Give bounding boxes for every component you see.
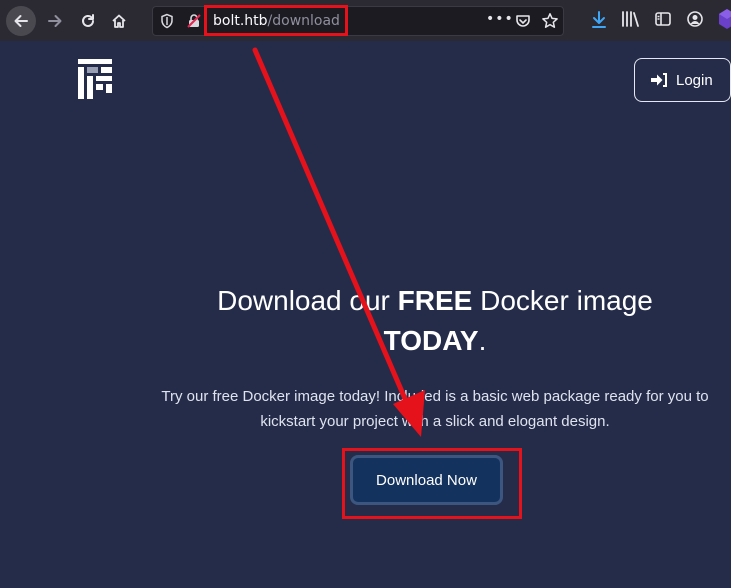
sidebar-icon[interactable] <box>654 10 672 28</box>
title-bold-free: FREE <box>397 285 473 316</box>
reload-button[interactable] <box>73 6 103 36</box>
library-icon[interactable] <box>621 10 641 28</box>
forward-arrow-icon <box>48 15 62 27</box>
logo-icon[interactable] <box>78 59 112 99</box>
url-highlight-box <box>204 5 348 36</box>
browser-toolbar: bolt.htb/download ••• <box>0 0 731 41</box>
login-label: Login <box>676 71 713 89</box>
page-title: Download our FREE Docker image TODAY. <box>170 281 700 361</box>
login-button[interactable]: Login <box>634 58 731 102</box>
title-part-1: Download our <box>217 285 398 316</box>
insecure-lock-icon[interactable] <box>186 13 202 29</box>
download-icon[interactable] <box>590 10 608 30</box>
extension-icon[interactable] <box>717 8 731 30</box>
button-highlight-box <box>342 448 522 519</box>
account-icon[interactable] <box>686 10 704 28</box>
shield-icon[interactable] <box>160 13 174 29</box>
more-dots-icon[interactable]: ••• <box>486 11 514 27</box>
sign-in-icon <box>651 73 667 87</box>
pocket-icon[interactable] <box>515 13 531 29</box>
home-icon <box>112 14 126 28</box>
reload-icon <box>82 14 94 27</box>
star-icon[interactable] <box>541 12 559 30</box>
title-end: . <box>478 325 487 356</box>
back-arrow-icon <box>14 15 28 27</box>
title-bold-today: TODAY <box>383 325 479 356</box>
home-button[interactable] <box>104 6 134 36</box>
forward-button[interactable] <box>40 6 70 36</box>
title-part-2: Docker image <box>472 285 653 316</box>
hero-description: Try our free Docker image today! Include… <box>161 388 709 430</box>
back-button[interactable] <box>6 6 36 36</box>
